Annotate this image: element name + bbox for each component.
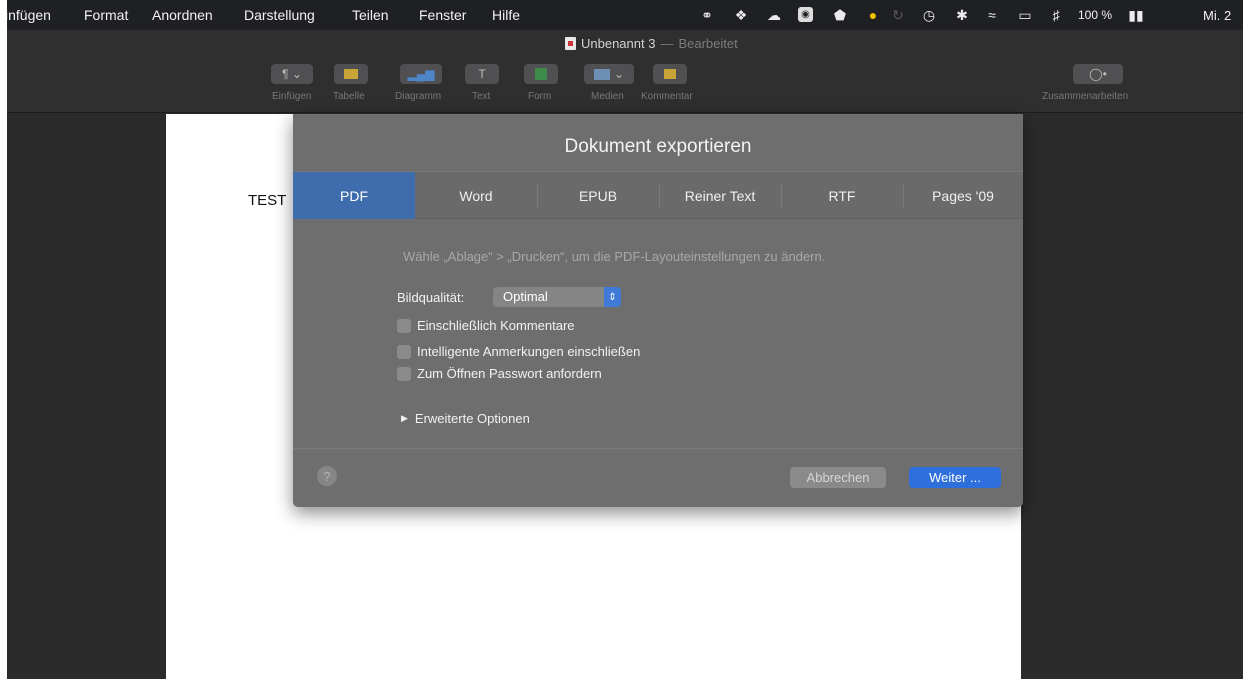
menubar: infügen Format Anordnen Darstellung Teil… [7,0,1243,30]
dropbox-icon[interactable]: ❖ [732,6,750,24]
comment-icon [664,69,676,79]
bluetooth-icon[interactable]: ✱ [953,6,971,24]
media-button[interactable]: ⌄ [584,64,634,84]
time-machine-icon[interactable]: ◷ [920,6,938,24]
updown-chevron-icon: ⇕ [604,287,621,307]
image-quality-label: Bildqualität: [397,290,465,305]
shape-label: Form [528,91,552,102]
comment-label: Kommentar [641,91,693,102]
continue-button[interactable]: Weiter ... [909,467,1001,488]
table-button[interactable] [334,64,368,84]
airplay-icon[interactable]: ▭ [1016,6,1034,24]
document-text[interactable]: TEST [248,192,286,209]
advanced-options-disclosure[interactable]: ▶ Erweiterte Optionen [401,411,530,426]
pdf-layout-hint: Wähle „Ablage“ > „Drucken“, um die PDF-L… [403,249,826,264]
menu-hilfe[interactable]: Hilfe [492,7,520,23]
tab-epub[interactable]: EPUB [537,172,659,219]
chart-icon: ▂▄▆ [407,67,435,81]
tab-pages-09[interactable]: Pages '09 [903,172,1023,219]
text-button[interactable]: T [465,64,499,84]
dialog-divider [293,448,1023,449]
cancel-button[interactable]: Abbrechen [790,467,886,488]
menu-anordnen[interactable]: Anordnen [152,7,213,23]
menu-teilen[interactable]: Teilen [352,7,389,23]
comment-button[interactable] [653,64,687,84]
chart-label: Diagramm [395,91,442,102]
help-button[interactable]: ? [317,466,337,486]
tab-rtf[interactable]: RTF [781,172,903,219]
document-icon [565,37,576,50]
format-tabs: PDF Word EPUB Reiner Text RTF Pages '09 [293,171,1023,219]
menu-format[interactable]: Format [84,7,128,23]
include-comments-checkbox[interactable] [397,318,411,333]
app-window: infügen Format Anordnen Darstellung Teil… [7,0,1243,679]
insert-label: Einfügen [272,91,312,102]
advanced-options-label: Erweiterte Optionen [414,411,530,426]
menu-fenster[interactable]: Fenster [419,7,466,23]
table-icon [344,69,358,79]
shape-icon [535,68,547,80]
notification-dot-icon[interactable]: ● [864,6,882,24]
media-icon [593,68,610,80]
require-password-option[interactable]: Zum Öffnen Passwort anfordern [397,366,602,381]
creative-cloud-icon[interactable]: ⚭ [698,6,716,24]
image-quality-value: Optimal [503,289,548,304]
volume-icon[interactable]: ♯ [1047,6,1065,24]
paragraph-icon: ¶ ⌄ [282,67,302,81]
document-status: Bearbeitet [678,36,738,51]
menu-darstellung[interactable]: Darstellung [244,7,315,23]
clock[interactable]: Mi. 2 [1203,8,1231,23]
require-password-checkbox[interactable] [397,366,411,381]
smart-annotations-checkbox[interactable] [397,344,411,359]
tab-pdf[interactable]: PDF [293,172,415,219]
app-status-icon[interactable]: ◉ [798,7,813,22]
document-name: Unbenannt 3 [581,36,656,51]
shape-button[interactable] [524,64,558,84]
chevron-down-icon: ⌄ [613,67,625,81]
chart-button[interactable]: ▂▄▆ [400,64,442,84]
tab-word[interactable]: Word [415,172,537,219]
table-label: Tabelle [333,91,365,102]
image-quality-select[interactable]: Optimal ⇕ [493,287,621,307]
disclosure-triangle-icon: ▶ [401,413,408,423]
include-comments-label: Einschließlich Kommentare [417,318,575,333]
title-separator: — [660,36,674,51]
cloud-upload-icon[interactable]: ☁ [765,6,783,24]
collaborate-button[interactable]: ◯• [1073,64,1123,84]
smart-annotations-option[interactable]: Intelligente Anmerkungen einschließen [397,344,640,359]
menu-einfuegen[interactable]: infügen [7,7,51,23]
export-dialog: Dokument exportieren PDF Word EPUB Reine… [293,114,1023,507]
require-password-label: Zum Öffnen Passwort anfordern [417,366,602,381]
battery-icon[interactable]: ▮▮ [1124,6,1148,24]
smart-annotations-label: Intelligente Anmerkungen einschließen [417,344,641,359]
media-label: Medien [591,91,624,102]
insert-button[interactable]: ¶ ⌄ [271,64,313,84]
include-comments-option[interactable]: Einschließlich Kommentare [397,318,575,333]
wifi-icon[interactable]: ≈ [983,6,1001,24]
collaborate-label: Zusammenarbeiten [1042,91,1129,102]
collaborate-icon: ◯• [1089,67,1107,81]
text-icon: T [478,67,486,81]
toolbar: Unbenannt 3 — Bearbeitet ¶ ⌄ ▂▄▆ T ⌄ Ein… [7,30,1243,113]
text-label: Text [472,91,491,102]
dialog-title: Dokument exportieren [564,136,752,157]
window-title: Unbenannt 3 — Bearbeitet [565,36,738,51]
sync-icon[interactable]: ↻ [889,6,907,24]
battery-percent[interactable]: 100 % [1078,8,1112,22]
shield-icon[interactable]: ⬟ [831,6,849,24]
tab-plain-text[interactable]: Reiner Text [659,172,781,219]
